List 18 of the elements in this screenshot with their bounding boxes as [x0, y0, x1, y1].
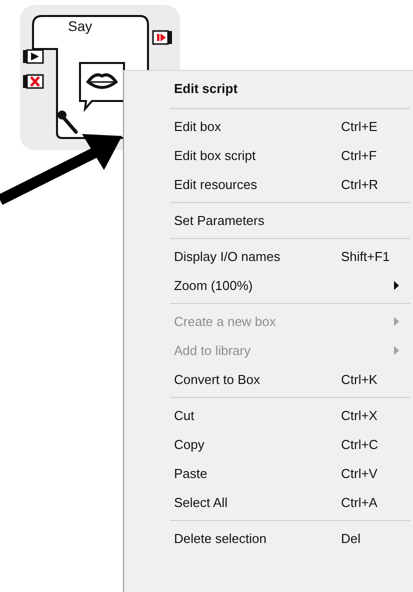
menu-item[interactable]: Edit resources Ctrl+R: [124, 170, 413, 199]
menu-item[interactable]: Copy Ctrl+C: [124, 430, 413, 459]
menu-item[interactable]: Set Parameters: [124, 206, 413, 235]
submenu-arrow-icon: [394, 281, 399, 290]
menu-item[interactable]: Cut Ctrl+X: [124, 401, 413, 430]
node-title: Say: [68, 18, 92, 34]
menu-item[interactable]: Delete selection Del: [124, 524, 413, 553]
submenu-arrow-icon: [394, 317, 399, 326]
output-port-icon[interactable]: [152, 30, 172, 45]
menu-item[interactable]: Zoom (100%): [124, 271, 413, 300]
menu-item[interactable]: Convert to Box Ctrl+K: [124, 365, 413, 394]
menu-item[interactable]: Display I/O names Shift+F1: [124, 242, 413, 271]
menu-item[interactable]: Paste Ctrl+V: [124, 459, 413, 488]
play-port-icon[interactable]: [23, 49, 44, 64]
submenu-arrow-icon: [394, 346, 399, 355]
stop-port-icon[interactable]: [23, 74, 44, 89]
menu-item[interactable]: Select All Ctrl+A: [124, 488, 413, 517]
wrench-icon[interactable]: [58, 110, 78, 134]
